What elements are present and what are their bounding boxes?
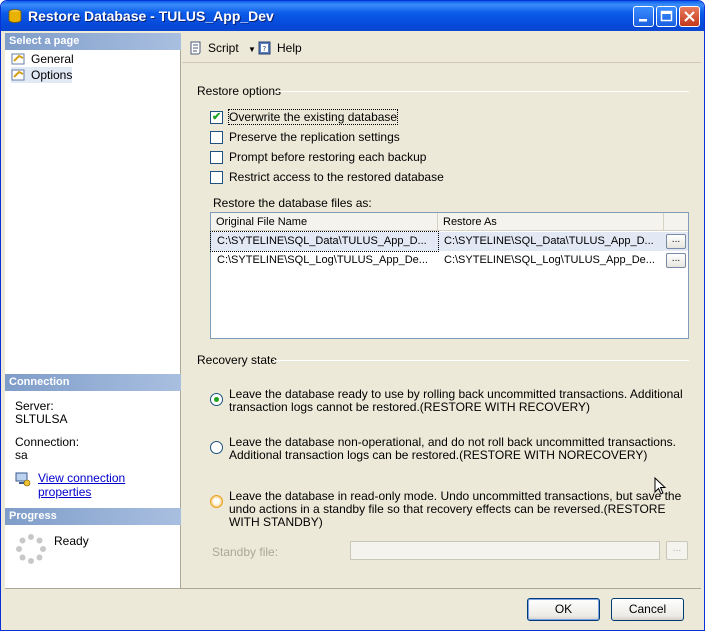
select-page-header: Select a page xyxy=(5,33,181,50)
database-icon xyxy=(8,9,22,23)
progress-header: Progress xyxy=(5,508,181,525)
column-header-restore-as[interactable]: Restore As xyxy=(438,213,664,231)
close-icon xyxy=(684,11,695,22)
page-icon xyxy=(11,69,25,81)
help-icon: ? xyxy=(258,41,271,55)
server-value: SLTULSA xyxy=(15,412,68,426)
divider xyxy=(5,588,701,589)
radio-button[interactable] xyxy=(210,495,223,508)
toolbar: Script ▼ ? Help xyxy=(182,33,701,63)
checkbox-label: Overwrite the existing database xyxy=(227,109,399,125)
options-page: Restore options ✔ Overwrite the existing… xyxy=(182,64,701,588)
radio-label: Leave the database non-operational, and … xyxy=(229,435,676,462)
checkbox-box[interactable] xyxy=(210,131,223,144)
browse-button[interactable]: ... xyxy=(666,253,686,268)
browse-button[interactable]: ... xyxy=(666,234,686,249)
svg-text:?: ? xyxy=(263,45,267,53)
standby-file-input[interactable] xyxy=(350,541,660,560)
grid-header: Original File Name Restore As xyxy=(211,213,688,231)
page-item-options[interactable]: Options xyxy=(11,67,73,83)
table-row[interactable]: C:\SYTELINE\SQL_Data\TULUS_App_D... C:\S… xyxy=(210,231,688,252)
script-icon xyxy=(190,41,201,55)
column-header-original[interactable]: Original File Name xyxy=(211,213,438,231)
close-button[interactable] xyxy=(679,6,700,27)
checkbox-label: Restrict access to the restored database xyxy=(229,170,444,184)
checkbox-box[interactable] xyxy=(210,171,223,184)
help-button[interactable]: ? Help xyxy=(257,39,302,57)
radio-dot xyxy=(214,397,219,402)
page-item-label: Options xyxy=(31,68,73,82)
chevron-down-icon[interactable]: ▼ xyxy=(248,45,256,54)
restore-as-cell[interactable]: C:\SYTELINE\SQL_Log\TULUS_App_De... xyxy=(438,251,664,270)
window-title: Restore Database - TULUS_App_Dev xyxy=(28,8,274,24)
script-button[interactable]: Script ▼ xyxy=(188,39,256,57)
checkmark-icon: ✔ xyxy=(212,111,222,123)
radio-label: Leave the database in read-only mode. Un… xyxy=(229,489,682,529)
view-connection-properties-link[interactable]: View connection properties xyxy=(38,471,180,499)
standby-browse-button[interactable]: ... xyxy=(666,541,688,560)
radio-button[interactable] xyxy=(210,393,223,406)
restore-files-label: Restore the database files as: xyxy=(213,196,372,210)
recovery-state-title: Recovery state xyxy=(197,353,278,367)
server-label: Server: xyxy=(15,399,54,413)
help-label: Help xyxy=(277,41,302,55)
radio-label: Leave the database ready to use by rolli… xyxy=(229,387,683,414)
progress-spinner-icon xyxy=(16,534,46,564)
original-file-cell[interactable]: C:\SYTELINE\SQL_Log\TULUS_App_De... xyxy=(211,251,438,270)
cancel-button[interactable]: Cancel xyxy=(611,598,684,621)
radio-button[interactable] xyxy=(210,441,223,454)
page-icon xyxy=(11,53,25,65)
restore-as-cell[interactable]: C:\SYTELINE\SQL_Data\TULUS_App_D... xyxy=(438,232,664,251)
checkbox-label: Preserve the replication settings xyxy=(229,130,400,144)
restore-options-title: Restore options xyxy=(197,84,282,98)
title-bar[interactable]: Restore Database - TULUS_App_Dev xyxy=(1,1,704,31)
progress-status: Ready xyxy=(54,534,89,548)
checkbox-label: Prompt before restoring each backup xyxy=(229,150,427,164)
minimize-icon xyxy=(639,19,647,22)
script-label: Script xyxy=(208,41,239,55)
restore-files-grid[interactable]: Original File Name Restore As C:\SYTELIN… xyxy=(210,212,689,339)
maximize-button[interactable] xyxy=(656,6,677,27)
minimize-button[interactable] xyxy=(633,6,654,27)
connection-value: sa xyxy=(15,448,28,462)
ok-button[interactable]: OK xyxy=(527,598,600,621)
table-row[interactable]: C:\SYTELINE\SQL_Log\TULUS_App_De... C:\S… xyxy=(211,251,688,270)
restore-with-standby-radio[interactable]: Leave the database in read-only mode. Un… xyxy=(210,490,688,529)
divider xyxy=(275,91,689,92)
connection-properties-icon xyxy=(15,472,31,487)
left-panel: Select a page General Options Connection… xyxy=(5,33,181,588)
checkbox-box[interactable] xyxy=(210,151,223,164)
original-file-cell[interactable]: C:\SYTELINE\SQL_Data\TULUS_App_D... xyxy=(210,231,439,252)
connection-label: Connection: xyxy=(15,435,80,449)
restore-database-dialog: Restore Database - TULUS_App_Dev Select … xyxy=(0,0,705,631)
checkbox-box[interactable]: ✔ xyxy=(210,111,223,124)
mouse-cursor-icon xyxy=(654,477,667,495)
page-item-general[interactable]: General xyxy=(11,51,74,67)
standby-file-label: Standby file: xyxy=(212,545,279,559)
restore-with-norecovery-radio[interactable]: Leave the database non-operational, and … xyxy=(210,436,688,464)
maximize-icon xyxy=(660,10,673,22)
divider xyxy=(274,360,689,361)
page-item-label: General xyxy=(31,52,74,66)
restore-with-recovery-radio[interactable]: Leave the database ready to use by rolli… xyxy=(210,388,688,416)
connection-header: Connection xyxy=(5,374,181,391)
